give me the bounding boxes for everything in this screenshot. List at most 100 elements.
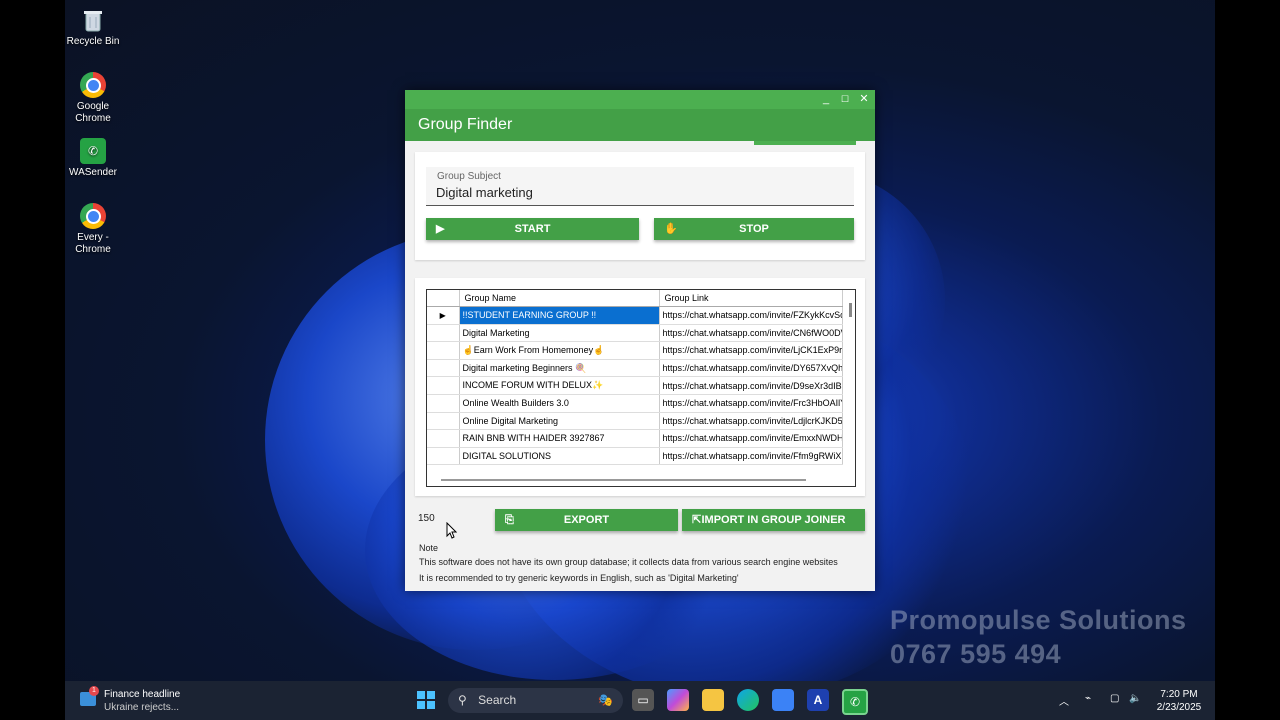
desktop-icon-label: WASender bbox=[69, 167, 117, 178]
start-menu-windows-icon[interactable] bbox=[415, 689, 437, 711]
desktop-icon-recycle-bin[interactable]: Recycle Bin bbox=[58, 7, 128, 48]
chrome-icon bbox=[80, 203, 106, 229]
news-title: Finance headline bbox=[104, 689, 181, 700]
notification-badge: 1 bbox=[89, 686, 99, 696]
file-explorer-icon[interactable] bbox=[702, 689, 724, 711]
watermark-company: Promopulse Solutions bbox=[890, 605, 1187, 635]
microsoft-store-icon[interactable] bbox=[772, 689, 794, 711]
wasender-taskbar-icon[interactable]: ✆ bbox=[842, 689, 868, 715]
column-header-group-link[interactable]: Group Link bbox=[659, 290, 843, 307]
group-name-cell[interactable]: ☝️Earn Work From Homemoney☝️ bbox=[459, 341, 660, 360]
show-hidden-icons-chevron-icon[interactable]: ︿ bbox=[1059, 693, 1069, 708]
table-row[interactable]: Online Wealth Builders 3.0 https://chat.… bbox=[427, 394, 843, 413]
task-view-icon[interactable]: ▭ bbox=[632, 689, 654, 711]
group-link-cell[interactable]: https://chat.whatsapp.com/invite/EmxxNWD… bbox=[659, 429, 843, 448]
taskbar: 1 Finance headline Ukraine rejects... ⚲ … bbox=[65, 681, 1215, 720]
desktop-icon-label: Every - Chrome bbox=[75, 232, 111, 255]
maximize-button[interactable]: ☐ bbox=[836, 90, 854, 109]
group-subject-input[interactable] bbox=[436, 185, 846, 200]
clock[interactable]: 7:20 PM 2/23/2025 bbox=[1155, 688, 1203, 714]
export-button-label: EXPORT bbox=[563, 514, 610, 526]
horizontal-scrollbar[interactable] bbox=[441, 479, 806, 481]
search-placeholder: Search bbox=[478, 693, 517, 707]
search-highlight-icon: 🎭 bbox=[598, 693, 613, 707]
row-header bbox=[427, 394, 460, 413]
group-name-cell[interactable]: !!STUDENT EARNING GROUP !! bbox=[459, 306, 660, 325]
group-name-cell[interactable]: RAIN BNB WITH HAIDER 3927867 bbox=[459, 429, 660, 448]
group-link-cell[interactable]: https://chat.whatsapp.com/invite/Frc3HbO… bbox=[659, 394, 843, 413]
table-row[interactable]: DIGITAL SOLUTIONS https://chat.whatsapp.… bbox=[427, 447, 843, 466]
row-header bbox=[427, 359, 460, 378]
group-name-cell[interactable]: INCOME FORUM WITH DELUX✨ bbox=[459, 376, 660, 395]
progress-indicator bbox=[754, 141, 856, 145]
group-link-cell[interactable]: https://chat.whatsapp.com/invite/LjCK1Ex… bbox=[659, 341, 843, 360]
watermark: Promopulse Solutions 0767 595 494 bbox=[890, 603, 1187, 671]
watermark-phone: 0767 595 494 bbox=[890, 639, 1062, 669]
display-icon[interactable]: ▢ bbox=[1110, 693, 1119, 704]
group-finder-window: _ ☐ ✕ Group Finder Group Subject ▶ START… bbox=[405, 90, 875, 591]
external-link-icon: ⇱ bbox=[692, 514, 702, 526]
row-header bbox=[427, 447, 460, 466]
group-link-cell[interactable]: https://chat.whatsapp.com/invite/Ffm9gRW… bbox=[659, 447, 843, 466]
desktop-icon-every-chrome[interactable]: Every - Chrome bbox=[58, 203, 128, 256]
table-row[interactable]: ☝️Earn Work From Homemoney☝️ https://cha… bbox=[427, 341, 843, 360]
table-row[interactable]: RAIN BNB WITH HAIDER 3927867 https://cha… bbox=[427, 429, 843, 448]
edge-icon[interactable] bbox=[737, 689, 759, 711]
stop-button[interactable]: ✋ STOP bbox=[654, 218, 854, 240]
row-header-corner bbox=[427, 290, 460, 307]
group-subject-field[interactable]: Group Subject bbox=[426, 167, 854, 206]
note-text: It is recommended to try generic keyword… bbox=[419, 573, 739, 583]
group-name-cell[interactable]: Online Wealth Builders 3.0 bbox=[459, 394, 660, 413]
group-link-cell[interactable]: https://chat.whatsapp.com/invite/DY657Xv… bbox=[659, 359, 843, 378]
vertical-scrollbar[interactable] bbox=[849, 303, 852, 317]
desktop-icon-google-chrome[interactable]: Google Chrome bbox=[58, 72, 128, 125]
taskbar-search[interactable]: ⚲ Search 🎭 bbox=[448, 688, 623, 713]
recycle-bin-icon bbox=[80, 7, 106, 33]
group-link-cell[interactable]: https://chat.whatsapp.com/invite/CN6fWO0… bbox=[659, 324, 843, 343]
group-link-cell[interactable]: https://chat.whatsapp.com/invite/D9seXr3… bbox=[659, 376, 843, 395]
results-panel: Group Name Group Link ▶ !!STUDENT EARNIN… bbox=[415, 278, 865, 496]
table-row[interactable]: INCOME FORUM WITH DELUX✨ https://chat.wh… bbox=[427, 376, 843, 395]
window-titlebar[interactable]: _ ☐ ✕ bbox=[405, 90, 875, 109]
row-selector-arrow-icon: ▶ bbox=[427, 306, 460, 325]
group-name-cell[interactable]: Digital Marketing bbox=[459, 324, 660, 343]
note-text: This software does not have its own grou… bbox=[419, 557, 838, 567]
column-header-group-name[interactable]: Group Name bbox=[459, 290, 660, 307]
clock-date: 2/23/2025 bbox=[1156, 702, 1202, 713]
start-button-label: START bbox=[514, 223, 551, 235]
volume-icon[interactable]: 🔈 bbox=[1129, 693, 1141, 704]
wasender-icon: ✆ bbox=[80, 138, 106, 164]
close-button[interactable]: ✕ bbox=[855, 90, 873, 109]
table-row[interactable]: Digital marketing Beginners 🍭 https://ch… bbox=[427, 359, 843, 378]
group-link-cell[interactable]: https://chat.whatsapp.com/invite/FZKykKc… bbox=[659, 306, 843, 325]
mouse-cursor-icon bbox=[446, 522, 457, 539]
table-row[interactable]: Online Digital Marketing https://chat.wh… bbox=[427, 412, 843, 431]
group-name-cell[interactable]: Digital marketing Beginners 🍭 bbox=[459, 359, 660, 378]
group-link-cell[interactable]: https://chat.whatsapp.com/invite/LdjlcrK… bbox=[659, 412, 843, 431]
desktop-icon-label: Recycle Bin bbox=[66, 36, 120, 47]
stop-button-label: STOP bbox=[739, 223, 769, 235]
table-row[interactable]: Digital Marketing https://chat.whatsapp.… bbox=[427, 324, 843, 343]
row-header bbox=[427, 376, 460, 395]
play-icon: ▶ bbox=[436, 223, 445, 235]
export-csv-icon: ⎘ bbox=[505, 514, 514, 526]
row-header bbox=[427, 324, 460, 343]
copilot-icon[interactable] bbox=[667, 689, 689, 711]
export-button[interactable]: ⎘ EXPORT bbox=[495, 509, 678, 531]
results-grid[interactable]: Group Name Group Link ▶ !!STUDENT EARNIN… bbox=[426, 289, 856, 487]
desktop-icon-wasender[interactable]: ✆ WASender bbox=[58, 138, 128, 179]
network-icon[interactable]: ⌁ bbox=[1085, 693, 1091, 704]
start-button[interactable]: ▶ START bbox=[426, 218, 639, 240]
result-count: 150 bbox=[418, 513, 435, 524]
note-title: Note bbox=[419, 543, 439, 553]
group-name-cell[interactable]: Online Digital Marketing bbox=[459, 412, 660, 431]
group-name-cell[interactable]: DIGITAL SOLUTIONS bbox=[459, 447, 660, 466]
hand-stop-icon: ✋ bbox=[664, 223, 678, 235]
news-widget[interactable]: 1 Finance headline Ukraine rejects... bbox=[80, 686, 181, 714]
amd-software-icon[interactable]: A bbox=[807, 689, 829, 711]
row-header bbox=[427, 429, 460, 448]
minimize-button[interactable]: _ bbox=[817, 90, 835, 109]
import-in-group-joiner-button[interactable]: ⇱ IMPORT IN GROUP JOINER bbox=[682, 509, 865, 531]
table-row[interactable]: ▶ !!STUDENT EARNING GROUP !! https://cha… bbox=[427, 306, 843, 325]
clock-time: 7:20 PM bbox=[1160, 689, 1198, 700]
